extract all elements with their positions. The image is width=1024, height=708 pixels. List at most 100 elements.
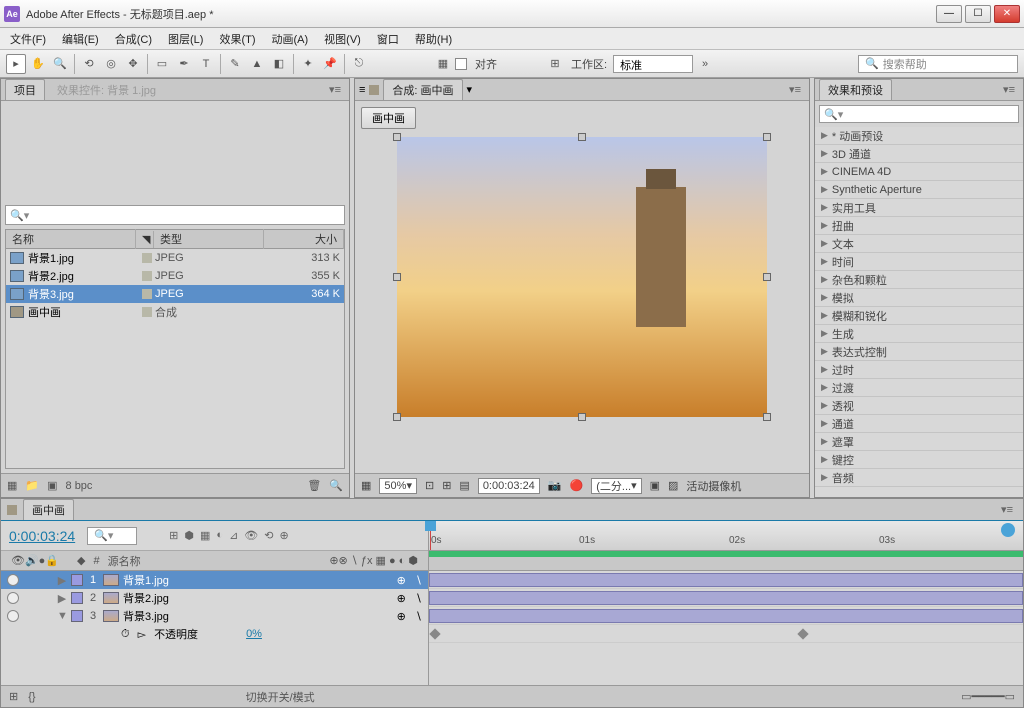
- graph-editor-icon[interactable]: ⊿: [229, 529, 238, 542]
- timeline-layer[interactable]: ▼ 3 背景3.jpg ⊕ ∖: [1, 607, 428, 625]
- project-item[interactable]: 背景1.jpg JPEG 313 K: [6, 249, 344, 267]
- time-ruler[interactable]: 0s 01s 02s 03s: [429, 521, 1023, 551]
- visibility-toggle[interactable]: [7, 610, 19, 622]
- tab-project[interactable]: 项目: [5, 79, 45, 100]
- hand-tool-icon[interactable]: ✋: [28, 54, 48, 74]
- transform-handle[interactable]: [578, 413, 586, 421]
- layer-track[interactable]: [429, 607, 1023, 625]
- transform-handle[interactable]: [763, 413, 771, 421]
- menu-view[interactable]: 视图(V): [318, 29, 367, 49]
- transform-handle[interactable]: [393, 133, 401, 141]
- opacity-property[interactable]: ⏱ ▻ 不透明度 0%: [1, 625, 428, 643]
- panel-menu-icon[interactable]: ▾≡: [997, 503, 1017, 516]
- menu-effect[interactable]: 效果(T): [213, 29, 261, 49]
- flowchart-icon[interactable]: ≡: [359, 84, 365, 96]
- twirl-icon[interactable]: ▻: [138, 628, 146, 641]
- brainstorm-icon[interactable]: ⟲: [264, 529, 273, 542]
- resolution-icon[interactable]: ⊡: [425, 479, 434, 492]
- work-area-end-icon[interactable]: [1001, 523, 1015, 537]
- snapshot-icon[interactable]: 📷: [548, 479, 562, 492]
- trash-icon[interactable]: 🗑: [307, 479, 321, 492]
- comp-nav-button[interactable]: 画中画: [361, 107, 416, 129]
- pen-tool-icon[interactable]: ✒: [174, 54, 194, 74]
- effect-category[interactable]: ▶* 动画预设: [815, 127, 1023, 145]
- search-icon[interactable]: 🔍: [329, 479, 343, 492]
- layer-track[interactable]: [429, 571, 1023, 589]
- switch-modes-button[interactable]: 切换开关/模式: [246, 689, 315, 705]
- composition-viewer[interactable]: [397, 137, 767, 417]
- dropdown-icon[interactable]: ▾: [467, 83, 473, 96]
- layer-color-icon[interactable]: [71, 592, 83, 604]
- comp-mini-flowchart-icon[interactable]: ⊞: [169, 529, 178, 542]
- keyframe-icon[interactable]: [429, 628, 440, 639]
- col-source[interactable]: 源名称: [104, 553, 145, 569]
- effect-category[interactable]: ▶过时: [815, 361, 1023, 379]
- menu-help[interactable]: 帮助(H): [409, 29, 458, 49]
- timeline-tracks[interactable]: 0s 01s 02s 03s: [429, 521, 1023, 685]
- maximize-button[interactable]: ☐: [965, 5, 991, 23]
- effect-category[interactable]: ▶生成: [815, 325, 1023, 343]
- toggle-switches-icon[interactable]: ⊞: [9, 690, 18, 703]
- zoom-slider[interactable]: ▭━━━━━▭: [961, 690, 1015, 703]
- camera-tool-icon[interactable]: ◎: [101, 54, 121, 74]
- visibility-toggle[interactable]: [7, 574, 19, 586]
- timeline-layer[interactable]: ▶ 1 背景1.jpg ⊕ ∖: [1, 571, 428, 589]
- safe-zones-icon[interactable]: ⊞: [442, 479, 451, 492]
- folder-icon[interactable]: 📁: [25, 479, 39, 492]
- keyframe-icon[interactable]: [797, 628, 808, 639]
- menu-window[interactable]: 窗口: [371, 29, 405, 49]
- eraser-tool-icon[interactable]: ◧: [269, 54, 289, 74]
- selection-tool-icon[interactable]: ▸: [6, 54, 26, 74]
- keyframe-track[interactable]: [429, 625, 1023, 643]
- search-comp-icon[interactable]: ⊞: [545, 54, 565, 74]
- col-size[interactable]: 大小: [264, 229, 344, 249]
- panel-menu-icon[interactable]: ▾≡: [999, 83, 1019, 96]
- menu-comp[interactable]: 合成(C): [109, 29, 158, 49]
- rotate-tool-icon[interactable]: ⟲: [79, 54, 99, 74]
- layer-track[interactable]: [429, 589, 1023, 607]
- brush-tool-icon[interactable]: ✎: [225, 54, 245, 74]
- col-type[interactable]: 类型: [154, 229, 264, 249]
- project-search-input[interactable]: 🔍▾: [5, 205, 345, 225]
- panel-menu-icon[interactable]: ▾≡: [785, 83, 805, 96]
- draft3d-icon[interactable]: ⬢: [184, 529, 194, 542]
- resolution-select[interactable]: (二分...▾: [591, 478, 641, 494]
- work-area-bar[interactable]: [429, 551, 1023, 557]
- effects-search-input[interactable]: 🔍▾: [819, 105, 1019, 123]
- effect-category[interactable]: ▶透视: [815, 397, 1023, 415]
- expand-icon[interactable]: ⊕: [279, 529, 288, 542]
- anchor-tool-icon[interactable]: ✥: [123, 54, 143, 74]
- transparency-icon[interactable]: ▨: [668, 479, 678, 492]
- align-checkbox[interactable]: [455, 58, 467, 70]
- tab-composition[interactable]: 合成: 画中画: [383, 79, 462, 100]
- effect-category[interactable]: ▶表达式控制: [815, 343, 1023, 361]
- active-camera-select[interactable]: 活动摄像机: [686, 478, 741, 494]
- motion-blur-icon[interactable]: ◐: [216, 529, 223, 542]
- transform-handle[interactable]: [393, 413, 401, 421]
- transform-handle[interactable]: [393, 273, 401, 281]
- tab-timeline[interactable]: 画中画: [23, 499, 74, 520]
- effect-category[interactable]: ▶音频: [815, 469, 1023, 487]
- transform-handle[interactable]: [763, 133, 771, 141]
- grid-icon[interactable]: ▦: [361, 479, 371, 492]
- current-time-display[interactable]: 0:00:03:24: [9, 528, 75, 544]
- clone-tool-icon[interactable]: ▲: [247, 54, 267, 74]
- layer-color-icon[interactable]: [71, 610, 83, 622]
- transform-handle[interactable]: [578, 133, 586, 141]
- menu-layer[interactable]: 图层(L): [162, 29, 209, 49]
- col-label-icon[interactable]: ◥: [136, 231, 154, 248]
- project-item[interactable]: 画中画 合成: [6, 303, 344, 321]
- text-tool-icon[interactable]: T: [196, 54, 216, 74]
- frame-blend-icon[interactable]: ▦: [200, 529, 210, 542]
- layer-color-icon[interactable]: [71, 574, 83, 586]
- channel-icon[interactable]: 🔴: [570, 479, 584, 492]
- transform-handle[interactable]: [763, 273, 771, 281]
- effect-category[interactable]: ▶Synthetic Aperture: [815, 181, 1023, 199]
- effect-category[interactable]: ▶遮罩: [815, 433, 1023, 451]
- roto-tool-icon[interactable]: ✦: [298, 54, 318, 74]
- shy-icon[interactable]: 👁: [244, 529, 258, 542]
- stopwatch-icon[interactable]: ⏱: [121, 628, 130, 641]
- region-icon[interactable]: ▣: [650, 479, 660, 492]
- puppet-tool-icon[interactable]: 📌: [320, 54, 340, 74]
- effect-category[interactable]: ▶模糊和锐化: [815, 307, 1023, 325]
